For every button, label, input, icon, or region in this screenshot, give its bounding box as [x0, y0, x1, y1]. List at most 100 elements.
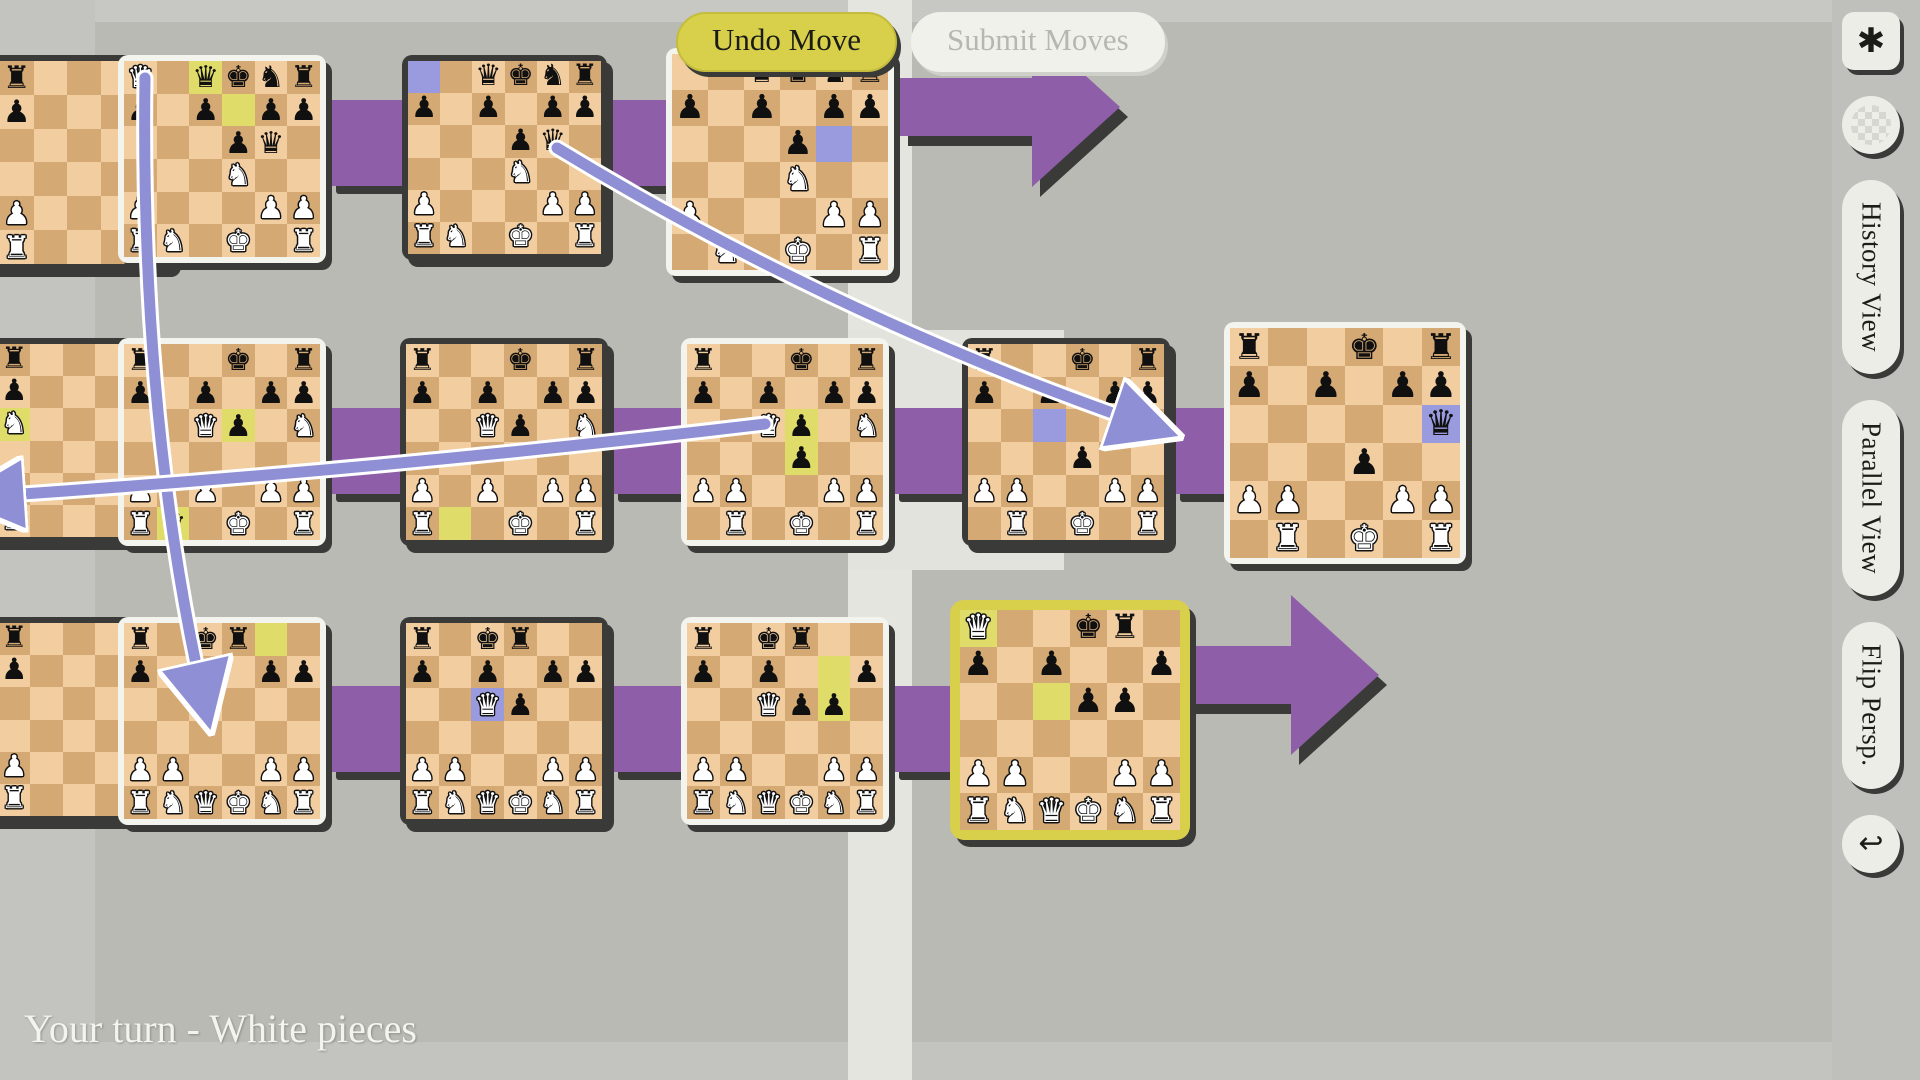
board-square[interactable]	[30, 376, 63, 409]
board-square[interactable]	[33, 196, 68, 231]
chess-piece-white-r-icon[interactable]: ♜	[406, 786, 439, 819]
chess-piece-white-q-icon[interactable]: ♛	[471, 688, 504, 721]
board-square[interactable]	[817, 442, 851, 475]
board-square[interactable]	[504, 655, 537, 689]
board-square[interactable]	[1230, 442, 1269, 482]
board-square[interactable]: ♟	[189, 474, 222, 508]
board-square[interactable]: ♞	[569, 409, 602, 442]
chess-piece-white-p-icon[interactable]: ♟	[255, 192, 288, 225]
board-square[interactable]: ♞	[0, 408, 31, 441]
board-square[interactable]	[1098, 507, 1132, 540]
chess-piece-white-k-icon[interactable]: ♚	[780, 234, 816, 270]
board-square[interactable]: ♞	[222, 159, 255, 192]
chess-piece-white-r-icon[interactable]: ♜	[850, 507, 883, 540]
board-square[interactable]	[1033, 442, 1066, 475]
board-square[interactable]	[816, 126, 852, 162]
chess-piece-white-p-icon[interactable]: ♟	[255, 475, 288, 508]
board-square[interactable]	[708, 90, 744, 126]
chess-piece-white-p-icon[interactable]: ♟	[997, 757, 1034, 794]
board-square[interactable]	[440, 157, 473, 190]
chess-piece-white-p-icon[interactable]: ♟	[1143, 757, 1180, 794]
board-square[interactable]	[156, 93, 190, 127]
board-square[interactable]: ♞	[719, 786, 753, 819]
board-square[interactable]	[719, 688, 753, 721]
board-square[interactable]: ♟	[968, 376, 1001, 410]
board-square[interactable]	[189, 507, 222, 540]
chess-piece-black-p-icon[interactable]: ♟	[818, 377, 851, 410]
board-square[interactable]	[780, 90, 816, 126]
chess-piece-white-q-icon[interactable]: ♛	[189, 409, 222, 442]
board-square[interactable]	[189, 344, 222, 377]
board-square[interactable]	[719, 623, 753, 656]
chess-piece-black-p-icon[interactable]: ♟	[505, 125, 537, 157]
chess-piece-white-p-icon[interactable]: ♟	[1131, 475, 1164, 508]
board-square[interactable]	[124, 721, 157, 754]
board-square[interactable]: ♟	[124, 474, 157, 508]
board-square[interactable]	[222, 191, 255, 225]
chess-piece-black-p-icon[interactable]: ♟	[124, 377, 157, 410]
board-square[interactable]: ♜	[287, 61, 320, 94]
board-square[interactable]	[1070, 756, 1107, 794]
chess-board[interactable]: ♜ ♚ ♜ ♟ ♟ ♟ ♟ ♛ ♟ ♞ ♟ ♟ ♟ ♟ ♜ ♛ ♚ ♜	[118, 338, 326, 546]
board-square[interactable]	[752, 344, 785, 377]
chess-piece-white-p-icon[interactable]: ♟	[672, 198, 708, 234]
chess-piece-black-p-icon[interactable]: ♟	[189, 688, 222, 721]
board-square[interactable]	[156, 688, 190, 721]
board-square[interactable]: ♚	[504, 786, 537, 819]
chess-piece-white-p-icon[interactable]: ♟	[569, 475, 602, 508]
chess-piece-black-k-icon[interactable]: ♚	[471, 623, 504, 656]
board-square[interactable]: ♟	[752, 655, 785, 689]
chess-piece-black-p-icon[interactable]: ♟	[850, 377, 883, 410]
board-square[interactable]	[1306, 442, 1345, 482]
board-square[interactable]: ♟	[189, 688, 222, 721]
board-square[interactable]	[0, 719, 31, 752]
board-theme-button[interactable]	[1842, 96, 1900, 154]
board-square[interactable]	[1070, 720, 1107, 757]
chess-piece-black-p-icon[interactable]: ♟	[785, 442, 818, 475]
board-square[interactable]	[1306, 519, 1345, 558]
board-square[interactable]	[254, 721, 288, 754]
chess-piece-black-r-icon[interactable]: ♜	[569, 61, 601, 93]
board-square[interactable]: ♟	[1143, 756, 1180, 794]
board-square[interactable]	[189, 224, 222, 257]
chess-piece-white-n-icon[interactable]: ♞	[850, 409, 883, 442]
board-square[interactable]: ♛	[156, 507, 190, 540]
board-square[interactable]	[62, 751, 95, 784]
chess-piece-white-n-icon[interactable]: ♞	[222, 159, 255, 192]
board-square[interactable]: ♟	[852, 198, 888, 234]
board-square[interactable]: ♟	[471, 376, 504, 410]
chess-piece-white-k-icon[interactable]: ♚	[505, 222, 537, 254]
chess-piece-white-p-icon[interactable]: ♟	[0, 473, 30, 505]
board-square[interactable]	[850, 721, 883, 754]
board-square[interactable]	[817, 623, 851, 656]
board-square[interactable]: ♟	[124, 93, 157, 127]
board-square[interactable]	[1098, 409, 1132, 442]
chess-piece-black-p-icon[interactable]: ♟	[255, 94, 288, 127]
chess-piece-black-p-icon[interactable]: ♟	[222, 126, 255, 159]
board-square[interactable]: ♟	[817, 688, 851, 721]
chess-piece-white-r-icon[interactable]: ♜	[852, 234, 888, 270]
chess-piece-black-p-icon[interactable]: ♟	[852, 90, 888, 126]
board-square[interactable]	[254, 442, 288, 475]
chess-piece-black-k-icon[interactable]: ♚	[1345, 328, 1383, 366]
board-square[interactable]	[687, 507, 720, 540]
chess-piece-black-p-icon[interactable]: ♟	[504, 688, 537, 721]
chess-piece-white-n-icon[interactable]: ♞	[720, 786, 753, 819]
board-square[interactable]	[708, 162, 744, 198]
board-square[interactable]: ♟	[850, 655, 883, 689]
board-square[interactable]	[1383, 328, 1422, 367]
board-square[interactable]	[67, 94, 102, 129]
board-square[interactable]: ♛	[471, 786, 504, 819]
chess-piece-white-n-icon[interactable]: ♞	[1131, 409, 1164, 442]
board-square[interactable]	[62, 408, 95, 441]
board-square[interactable]: ♞	[536, 61, 569, 94]
chess-piece-black-r-icon[interactable]: ♜	[1107, 610, 1144, 647]
board-square[interactable]: ♚	[504, 221, 537, 254]
board-square[interactable]	[67, 61, 102, 95]
board-square[interactable]: ♛	[471, 409, 504, 442]
board-square[interactable]: ♞	[254, 61, 288, 94]
chess-piece-black-k-icon[interactable]: ♚	[189, 623, 222, 656]
board-square[interactable]	[222, 753, 255, 787]
board-square[interactable]	[440, 93, 473, 126]
board-square[interactable]	[1306, 481, 1345, 520]
